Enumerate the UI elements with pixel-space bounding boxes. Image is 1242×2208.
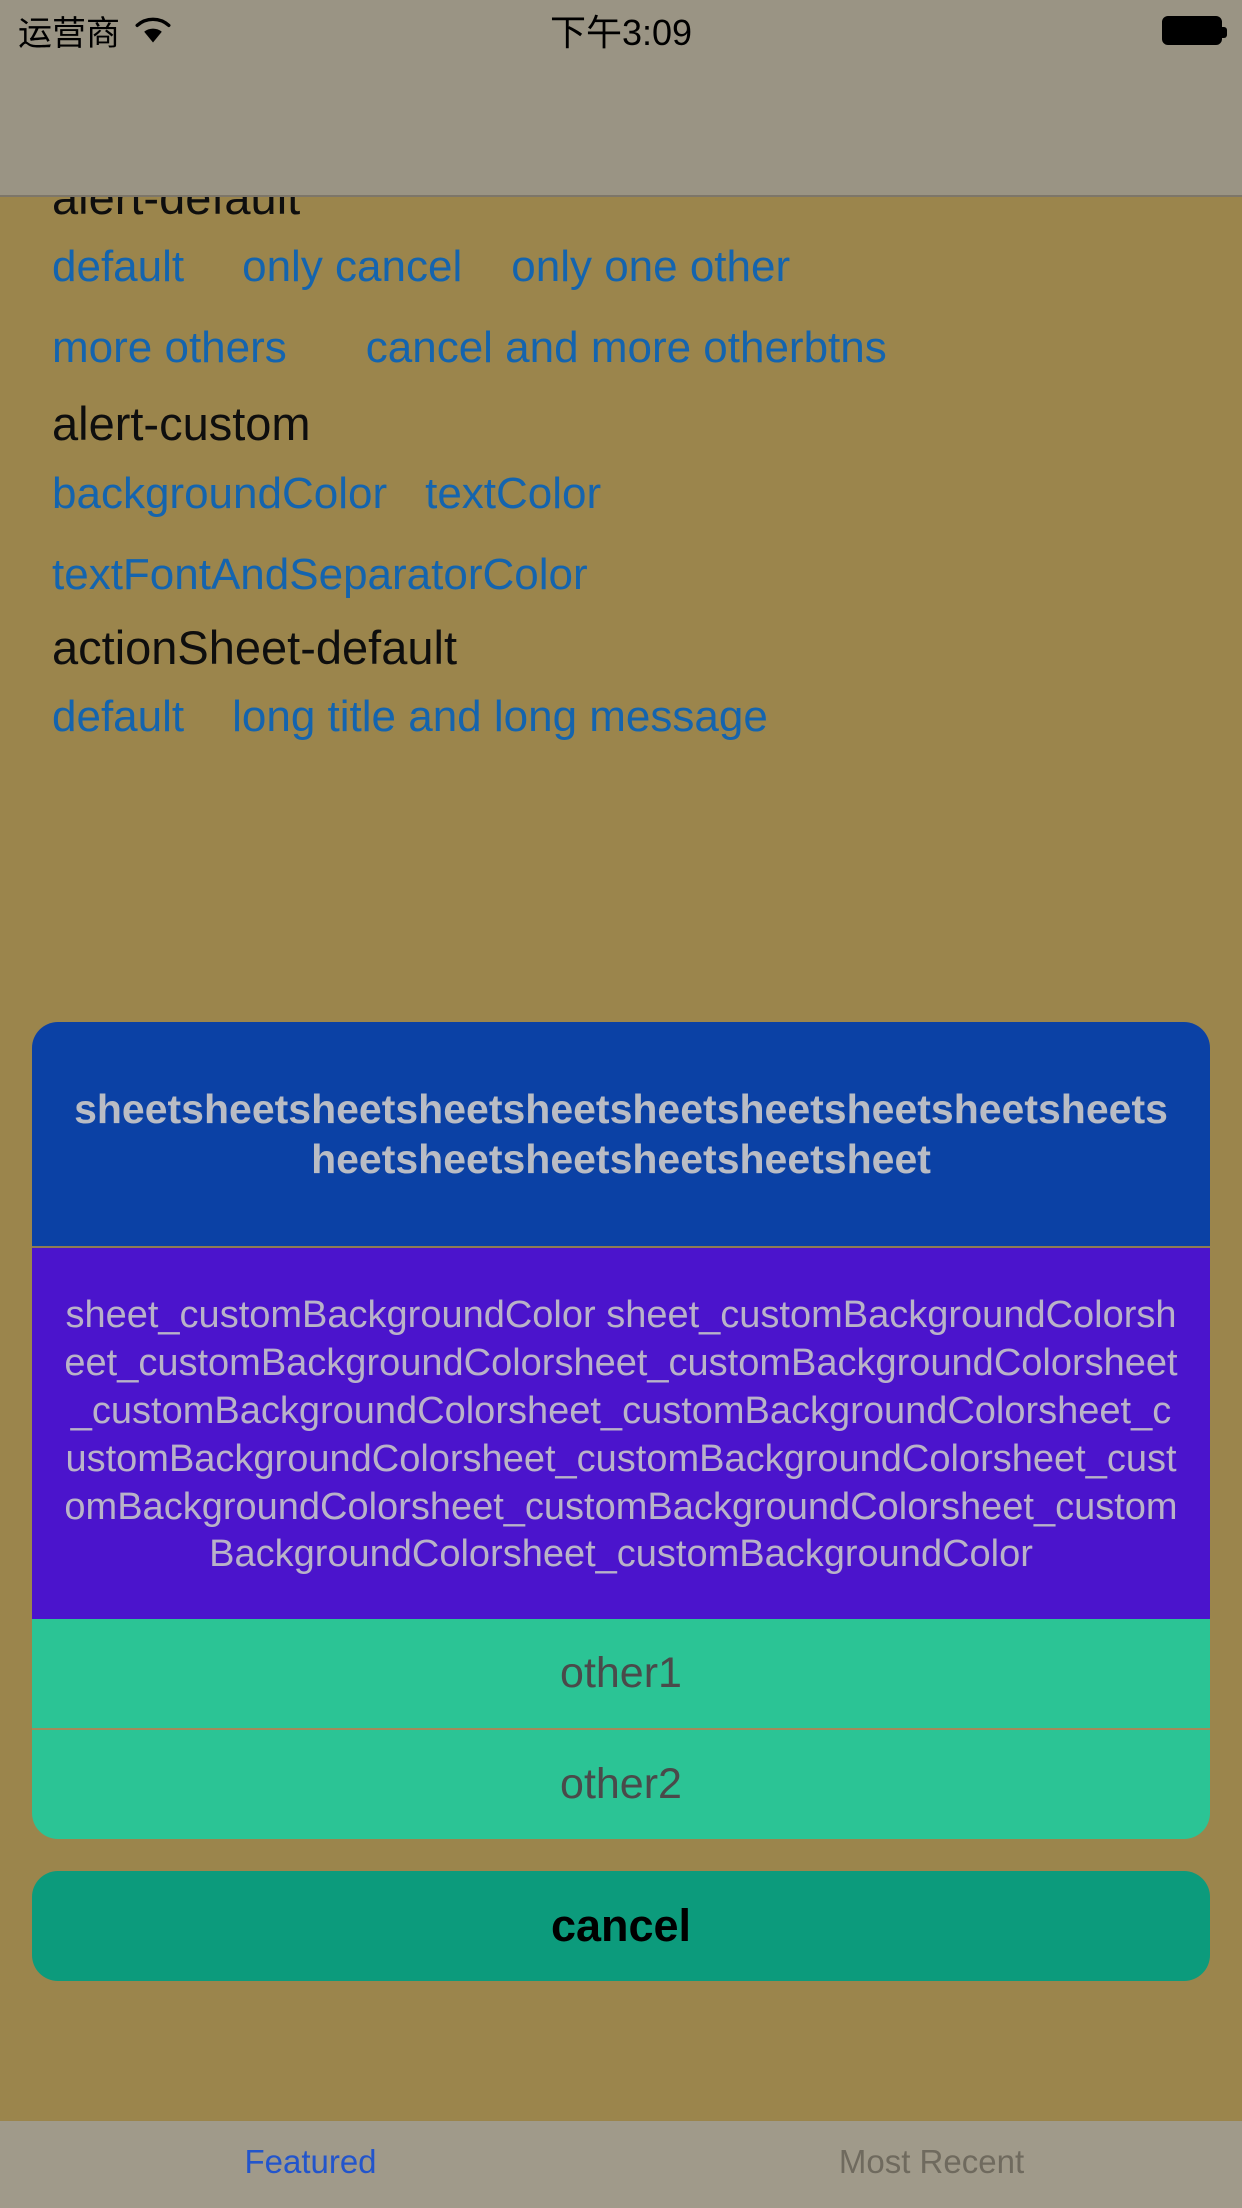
action-sheet-title: sheetsheetsheetsheetsheetsheetsheetsheet… xyxy=(32,1022,1210,1247)
tab-featured[interactable]: Featured xyxy=(0,2121,621,2208)
link-only-cancel[interactable]: only cancel xyxy=(242,242,462,292)
battery-icon xyxy=(1162,15,1227,45)
action-sheet-main-group: sheetsheetsheetsheetsheetsheetsheetsheet… xyxy=(32,1022,1210,1840)
link-actionsheet-default[interactable]: default xyxy=(52,692,184,742)
action-sheet-button-other2[interactable]: other2 xyxy=(32,1730,1210,1840)
section-heading-alert-custom: alert-custom xyxy=(52,397,311,450)
tab-most-recent-label: Most Recent xyxy=(838,2143,1025,2180)
action-sheet-button-other1[interactable]: other1 xyxy=(32,1619,1210,1729)
status-bar: 运营商 下午3:09 xyxy=(0,0,1242,60)
navigation-bar-separator xyxy=(0,195,1242,197)
action-sheet: sheetsheetsheetsheetsheetsheetsheetsheet… xyxy=(0,1022,1242,1982)
status-bar-clock: 下午3:09 xyxy=(549,12,693,53)
phone-screen: 运营商 下午3:09 alert-default default only ca… xyxy=(0,0,1242,2208)
section-heading-actionsheet-default: actionSheet-default xyxy=(52,621,458,674)
link-cancel-and-more-otherbtns[interactable]: cancel and more otherbtns xyxy=(366,323,887,373)
link-row: default long title and long message xyxy=(52,692,768,742)
tab-featured-label: Featured xyxy=(244,2143,377,2180)
link-row: backgroundColor textColor xyxy=(52,469,601,519)
link-long-title-and-long-message[interactable]: long title and long message xyxy=(232,692,768,742)
action-sheet-message: sheet_customBackgroundColor sheet_custom… xyxy=(32,1248,1210,1620)
link-row: textFontAndSeparatorColor xyxy=(52,550,588,600)
tab-most-recent[interactable]: Most Recent xyxy=(621,2121,1242,2208)
link-default[interactable]: default xyxy=(52,242,184,292)
link-more-others[interactable]: more others xyxy=(52,323,287,373)
link-text-font-and-separator-color[interactable]: textFontAndSeparatorColor xyxy=(52,550,588,600)
status-bar-right xyxy=(1162,15,1227,45)
link-row: more others cancel and more otherbtns xyxy=(52,323,887,373)
section-heading-alert-default: alert-default xyxy=(52,197,301,224)
link-background-color[interactable]: backgroundColor xyxy=(52,469,387,519)
link-text-color[interactable]: textColor xyxy=(425,469,601,519)
tab-bar: Featured Most Recent xyxy=(0,2121,1242,2208)
link-row: default only cancel only one other xyxy=(52,242,790,292)
link-only-one-other[interactable]: only one other xyxy=(511,242,790,292)
navigation-bar xyxy=(0,60,1242,196)
action-sheet-cancel-button[interactable]: cancel xyxy=(32,1871,1210,1982)
